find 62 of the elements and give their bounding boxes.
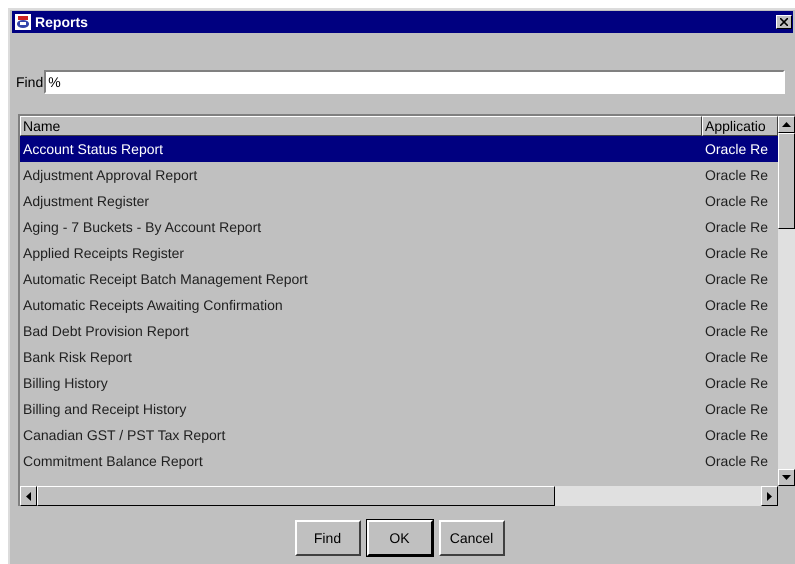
table-row[interactable]: Automatic Receipts Awaiting Confirmation Oracle Re xyxy=(20,292,778,318)
application-name: Oracle Re xyxy=(704,400,770,418)
close-button[interactable] xyxy=(776,15,792,29)
application-name: Oracle Re xyxy=(704,192,770,210)
application-name: Oracle Re xyxy=(704,426,770,444)
table-row[interactable]: Adjustment Register Oracle Re xyxy=(20,188,778,214)
report-name: Adjustment Approval Report xyxy=(22,166,198,185)
application-name: Oracle Re xyxy=(704,348,770,366)
table-row[interactable]: Adjustment Approval Report Oracle Re xyxy=(20,162,778,188)
scroll-thumb[interactable] xyxy=(37,486,555,506)
application-name: Oracle Re xyxy=(704,374,770,392)
dialog-button[interactable]: Cancel xyxy=(438,520,504,556)
report-name: Bad Debt Provision Report xyxy=(22,322,190,341)
table-row[interactable]: Billing and Receipt History Oracle Re xyxy=(20,396,778,422)
up-arrow-icon xyxy=(782,122,791,127)
scroll-thumb[interactable] xyxy=(778,133,795,229)
table-row[interactable]: Aging - 7 Buckets - By Account Report Oracle Re xyxy=(20,214,778,240)
scroll-left-button[interactable] xyxy=(20,486,37,506)
table-row[interactable]: Automatic Receipt Batch Management Report Oracle Re xyxy=(20,266,778,292)
table-row[interactable]: Canadian GST / PST Tax Report Oracle Re xyxy=(20,422,778,448)
application-name: Oracle Re xyxy=(704,218,770,236)
report-name: Applied Receipts Register xyxy=(22,244,186,263)
scroll-down-button[interactable] xyxy=(778,469,795,486)
down-arrow-icon xyxy=(782,475,791,480)
application-name: Oracle Re xyxy=(704,270,770,288)
vertical-scrollbar[interactable] xyxy=(778,116,795,486)
column-header[interactable]: Applicatio xyxy=(702,116,778,136)
column-header[interactable]: Name xyxy=(20,116,702,136)
table-row[interactable]: Billing History Oracle Re xyxy=(20,370,778,396)
report-name: Bank Risk Report xyxy=(22,348,133,367)
report-name: Canadian GST / PST Tax Report xyxy=(22,426,226,445)
scroll-up-button[interactable] xyxy=(778,116,795,133)
report-name: Billing History xyxy=(22,374,109,393)
left-arrow-icon xyxy=(26,492,31,500)
scroll-right-button[interactable] xyxy=(761,486,778,506)
report-name: Automatic Receipt Batch Management Report xyxy=(22,270,309,289)
table-row[interactable]: Applied Receipts Register Oracle Re xyxy=(20,240,778,266)
window-title: Reports xyxy=(35,12,88,32)
table-row[interactable]: Bank Risk Report Oracle Re xyxy=(20,344,778,370)
report-name: Automatic Receipts Awaiting Confirmation xyxy=(22,296,284,315)
find-label: Find xyxy=(16,72,44,92)
application-name: Oracle Re xyxy=(704,244,770,262)
application-name: Oracle Re xyxy=(704,296,770,314)
application-name: Oracle Re xyxy=(704,452,770,470)
application-name: Oracle Re xyxy=(704,166,770,184)
report-name: Commitment Balance Report xyxy=(22,452,204,471)
dialog-button[interactable]: Find xyxy=(294,520,360,556)
right-arrow-icon xyxy=(767,492,772,500)
find-field[interactable]: % xyxy=(44,70,786,94)
report-name: Billing and Receipt History xyxy=(22,400,188,419)
table-row[interactable]: Bad Debt Provision Report Oracle Re xyxy=(20,318,778,344)
horizontal-scrollbar[interactable] xyxy=(20,486,778,506)
application-name: Oracle Re xyxy=(704,322,770,340)
report-name: Aging - 7 Buckets - By Account Report xyxy=(22,218,262,237)
dialog-button[interactable]: OK xyxy=(366,520,432,556)
app-icon xyxy=(14,13,32,31)
table-row[interactable]: Account Status Report Oracle Re xyxy=(20,136,778,162)
report-name: Account Status Report xyxy=(22,140,164,159)
close-icon xyxy=(780,18,788,26)
report-name: Adjustment Register xyxy=(22,192,150,211)
application-name: Oracle Re xyxy=(704,140,770,158)
table-row[interactable]: Commitment Balance Report Oracle Re xyxy=(20,448,778,474)
